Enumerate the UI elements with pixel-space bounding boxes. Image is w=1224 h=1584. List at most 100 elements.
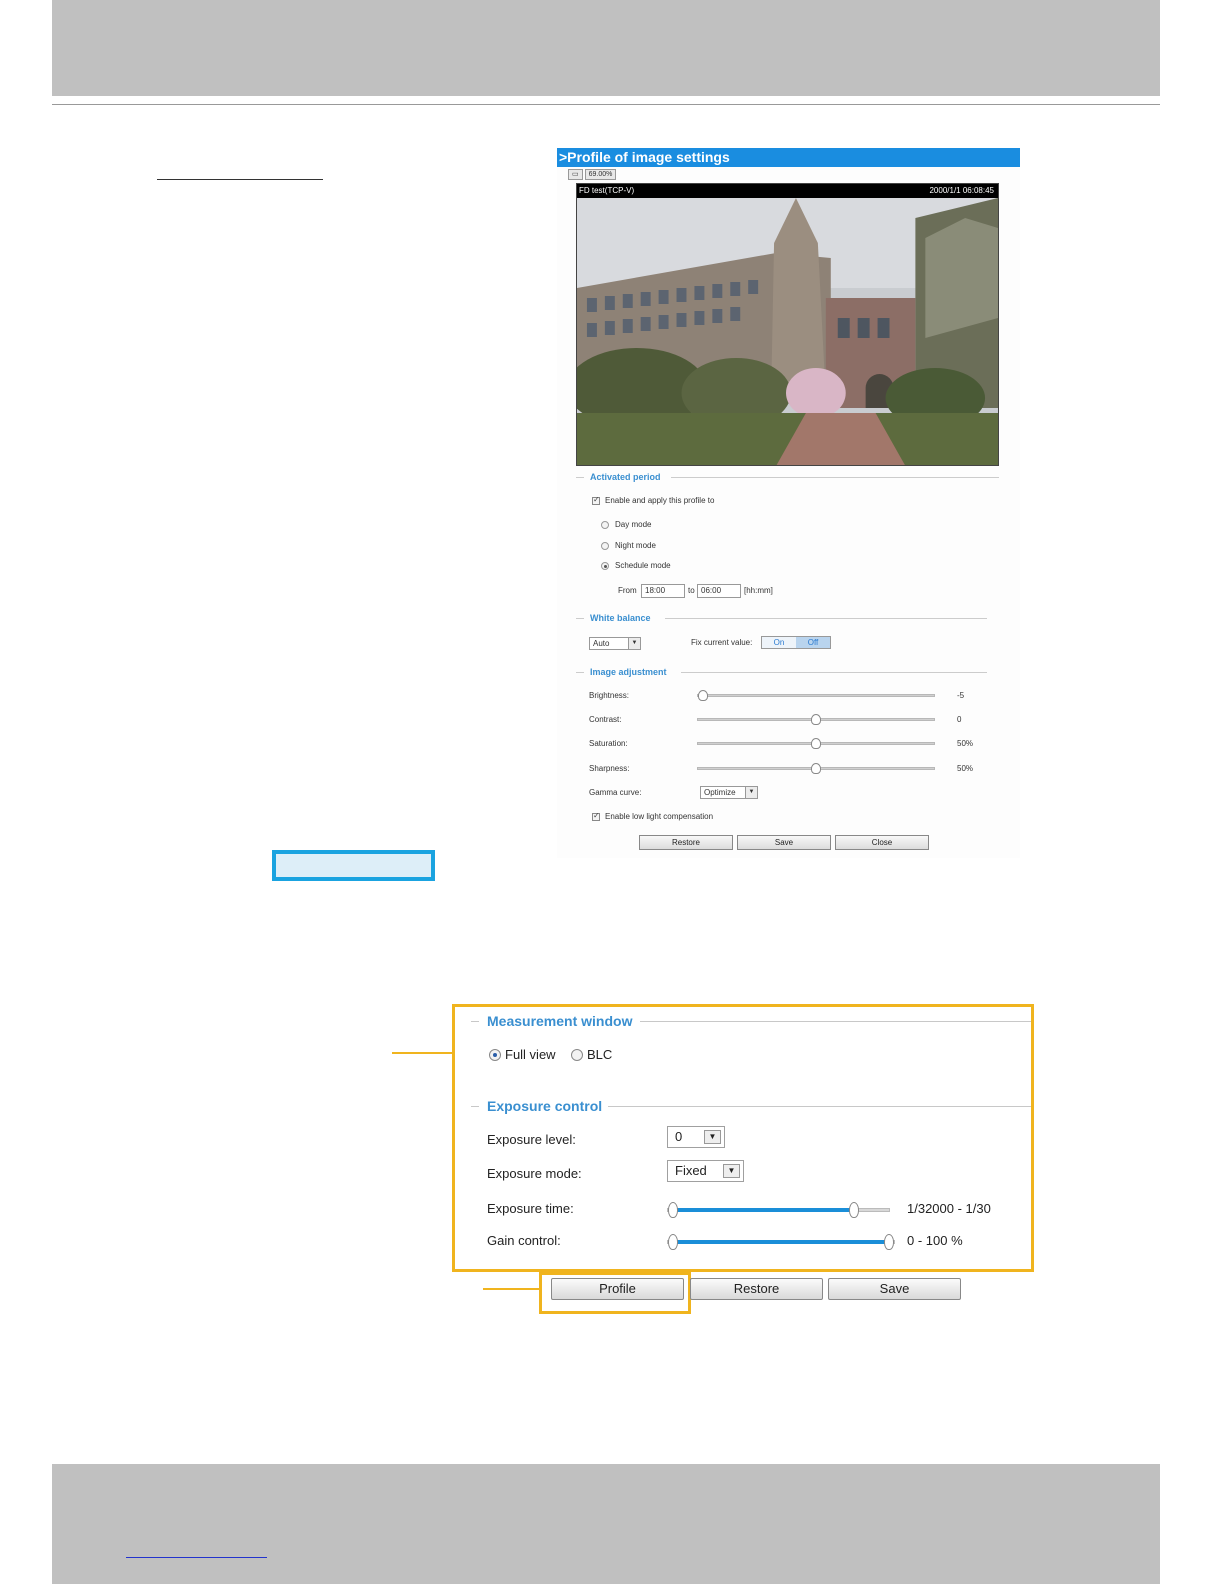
video-timestamp: 2000/1/1 06:08:45	[929, 186, 994, 195]
exposure-settings-panel: Measurement window Full view BLC Exposur…	[452, 1004, 1034, 1272]
blc-label: BLC	[587, 1047, 613, 1062]
gain-control-slider[interactable]	[667, 1234, 895, 1250]
exposure-control-title: Exposure control	[487, 1098, 603, 1114]
gamma-curve-value: Optimize	[704, 788, 736, 797]
from-label: From	[618, 586, 637, 595]
chevron-down-icon: ▼	[704, 1130, 721, 1144]
chevron-down-icon: ▼	[745, 787, 757, 798]
exposure-time-max-thumb[interactable]	[849, 1202, 860, 1218]
gain-control-max-thumb[interactable]	[884, 1234, 894, 1250]
contrast-slider[interactable]	[697, 714, 935, 725]
view-size-icon[interactable]: ▭	[568, 169, 583, 180]
schedule-mode-label: Schedule mode	[615, 561, 671, 570]
profile-save-button[interactable]: Save	[737, 835, 831, 850]
brightness-slider-thumb[interactable]	[698, 690, 708, 701]
contrast-slider-thumb[interactable]	[811, 714, 821, 725]
exposure-mode-select[interactable]: Fixed ▼	[667, 1160, 744, 1182]
blc-radio[interactable]	[571, 1049, 583, 1061]
sharpness-slider[interactable]	[697, 763, 935, 774]
fix-off-button[interactable]: Off	[796, 637, 830, 648]
exposure-level-label: Exposure level:	[487, 1132, 576, 1147]
to-time-input[interactable]: 06:00	[697, 584, 741, 598]
profile-close-button[interactable]: Close	[835, 835, 929, 850]
gamma-curve-label: Gamma curve:	[589, 788, 642, 797]
night-mode-label: Night mode	[615, 541, 656, 550]
sharpness-label: Sharpness:	[589, 764, 630, 773]
fix-on-button[interactable]: On	[762, 637, 796, 648]
section-line	[608, 1106, 1031, 1107]
exposure-level-select[interactable]: 0 ▼	[667, 1126, 725, 1148]
brightness-label: Brightness:	[589, 691, 630, 700]
callout-leader-line	[392, 1052, 452, 1054]
image-adjustment-title: Image adjustment	[590, 667, 667, 677]
chevron-down-icon: ▼	[723, 1164, 740, 1178]
white-balance-title: White balance	[590, 613, 651, 623]
saturation-label: Saturation:	[589, 739, 628, 748]
brightness-value: -5	[957, 691, 965, 700]
low-light-checkbox[interactable]	[592, 811, 600, 821]
camera-scene-image	[577, 198, 998, 465]
enable-profile-checkbox[interactable]	[592, 495, 600, 505]
exposure-time-slider[interactable]	[667, 1202, 890, 1218]
enable-profile-label: Enable and apply this profile to	[605, 496, 715, 505]
section-dash	[471, 1106, 479, 1107]
profile-button[interactable]: Profile	[551, 1278, 684, 1300]
white-balance-value: Auto	[593, 639, 610, 648]
section-line	[681, 672, 987, 673]
exposure-mode-value: Fixed	[675, 1163, 707, 1178]
saturation-slider[interactable]	[697, 738, 935, 749]
white-balance-select[interactable]: Auto ▼	[589, 637, 641, 650]
gain-control-fill	[673, 1240, 889, 1244]
section-line	[640, 1021, 1031, 1022]
exposure-mode-label: Exposure mode:	[487, 1166, 582, 1181]
heading-underline	[157, 179, 323, 180]
measurement-window-title: Measurement window	[487, 1013, 633, 1029]
section-dash	[576, 672, 584, 673]
full-view-radio[interactable]	[489, 1049, 501, 1061]
page-header-band	[52, 0, 1160, 96]
restore-button[interactable]: Restore	[690, 1278, 823, 1300]
contrast-value: 0	[957, 715, 962, 724]
contrast-label: Contrast:	[589, 715, 622, 724]
live-video-view: FD test(TCP-V) 2000/1/1 06:08:45	[576, 183, 999, 466]
exposure-level-value: 0	[675, 1129, 683, 1144]
activated-period-title: Activated period	[590, 472, 661, 482]
callout-leader-line	[483, 1288, 539, 1290]
profile-restore-button[interactable]: Restore	[639, 835, 733, 850]
gamma-curve-select[interactable]: Optimize ▼	[700, 786, 758, 799]
schedule-mode-radio[interactable]	[601, 562, 609, 570]
saturation-slider-thumb[interactable]	[811, 738, 821, 749]
day-mode-label: Day mode	[615, 520, 652, 529]
exposure-time-value: 1/32000 - 1/30	[907, 1201, 991, 1216]
sharpness-value: 50%	[957, 764, 974, 773]
saturation-value: 50%	[957, 739, 974, 748]
footer-link-underline[interactable]	[126, 1557, 267, 1558]
header-divider	[52, 104, 1160, 105]
sharpness-slider-thumb[interactable]	[811, 763, 821, 774]
exposure-time-min-thumb[interactable]	[668, 1202, 678, 1218]
day-mode-radio[interactable]	[601, 521, 609, 529]
view-size-controls: ▭ 69.00%	[568, 169, 617, 180]
brightness-slider[interactable]	[697, 690, 935, 701]
night-mode-radio[interactable]	[601, 542, 609, 550]
exposure-time-fill	[673, 1208, 855, 1212]
section-dash	[576, 618, 584, 619]
from-time-input[interactable]: 18:00	[641, 584, 685, 598]
camera-label: FD test(TCP-V)	[579, 186, 635, 195]
section-line	[665, 618, 987, 619]
zoom-level[interactable]: 69.00%	[584, 169, 617, 180]
section-line	[671, 477, 999, 478]
gain-control-min-thumb[interactable]	[668, 1234, 678, 1250]
page-footer-band	[52, 1464, 1160, 1584]
gain-control-label: Gain control:	[487, 1233, 561, 1248]
to-label: to	[688, 586, 695, 595]
highlight-callout-box	[272, 850, 435, 881]
profile-settings-window: >Profile of image settings ▭ 69.00% FD t…	[557, 148, 1020, 858]
save-button[interactable]: Save	[828, 1278, 961, 1300]
section-dash	[471, 1021, 479, 1022]
fix-current-value-label: Fix current value:	[691, 638, 753, 647]
time-format-hint: [hh:mm]	[744, 586, 773, 595]
video-caption-bar: FD test(TCP-V) 2000/1/1 06:08:45	[577, 184, 998, 198]
gain-control-value: 0 - 100 %	[907, 1233, 963, 1248]
full-view-label: Full view	[505, 1047, 556, 1062]
